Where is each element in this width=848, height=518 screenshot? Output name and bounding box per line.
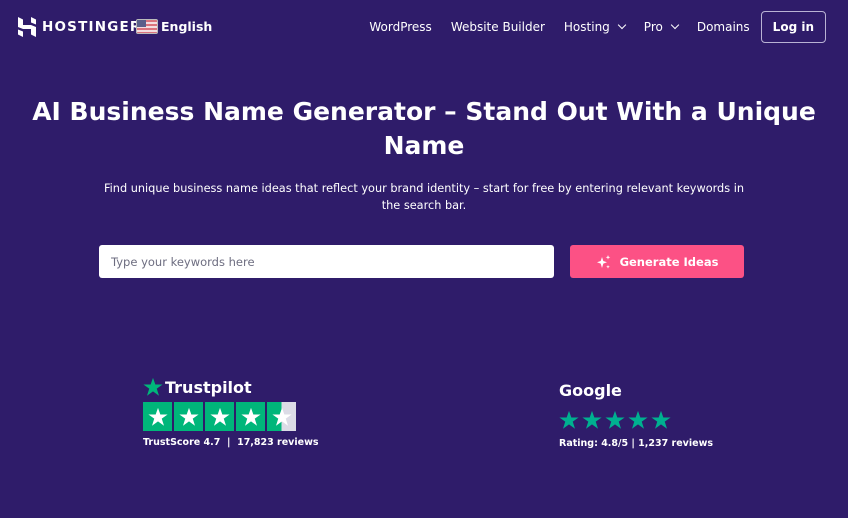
google-rating[interactable]: Google Rating: 4.8/5 | 1,237 reviews bbox=[559, 381, 713, 449]
brand-name: HOSTINGER bbox=[42, 19, 142, 35]
chevron-down-icon bbox=[617, 20, 627, 30]
hostinger-h-icon bbox=[18, 17, 36, 37]
us-flag-icon bbox=[136, 19, 158, 34]
chevron-down-icon bbox=[670, 20, 680, 30]
page-title: AI Business Name Generator – Stand Out W… bbox=[32, 97, 816, 160]
trustpilot-name: Trustpilot bbox=[165, 377, 252, 397]
nav-label: Hosting bbox=[563, 20, 610, 34]
trustpilot-stars bbox=[143, 402, 319, 431]
nav-label: WordPress bbox=[369, 20, 432, 34]
sparkle-icon bbox=[596, 254, 610, 269]
language-label: English bbox=[161, 19, 213, 34]
nav-domains[interactable]: Domains bbox=[697, 20, 750, 34]
google-logo: Google bbox=[559, 381, 622, 400]
trustpilot-star-icon bbox=[267, 402, 296, 431]
nav-website-builder[interactable]: Website Builder bbox=[451, 20, 545, 34]
generate-ideas-button[interactable]: Generate Ideas bbox=[570, 245, 744, 278]
keywords-input[interactable] bbox=[99, 245, 554, 278]
nav-pro[interactable]: Pro bbox=[643, 20, 680, 34]
google-stars bbox=[559, 410, 713, 430]
trustpilot-score: TrustScore 4.7 | 17,823 reviews bbox=[143, 437, 319, 448]
separator: | bbox=[223, 437, 238, 448]
google-star-icon bbox=[582, 410, 602, 429]
trustpilot-star-icon bbox=[143, 402, 172, 431]
trustpilot-star-icon bbox=[143, 377, 163, 396]
trustpilot-rating[interactable]: Trustpilot TrustScore 4.7 | 17,823 revie… bbox=[143, 377, 319, 448]
nav-hosting[interactable]: Hosting bbox=[563, 20, 627, 34]
trustpilot-star-icon bbox=[205, 402, 234, 431]
google-star-icon bbox=[559, 410, 579, 429]
google-rating-text: Rating: 4.8/5 | 1,237 reviews bbox=[559, 438, 713, 449]
trustpilot-star-icon bbox=[236, 402, 265, 431]
trustscore: TrustScore 4.7 bbox=[143, 437, 221, 448]
language-selector[interactable]: English bbox=[136, 19, 212, 34]
trustpilot-review-count: 17,823 reviews bbox=[237, 437, 319, 448]
trustpilot-star-icon bbox=[174, 402, 203, 431]
google-star-icon bbox=[628, 410, 648, 429]
hostinger-logo[interactable]: HOSTINGER bbox=[18, 17, 142, 37]
generate-ideas-label: Generate Ideas bbox=[619, 254, 719, 269]
google-star-icon bbox=[605, 410, 625, 429]
login-button[interactable]: Log in bbox=[760, 11, 826, 43]
nav-wordpress[interactable]: WordPress bbox=[369, 20, 431, 34]
page-subtitle: Find unique business name ideas that ref… bbox=[103, 182, 745, 212]
trustpilot-logo: Trustpilot bbox=[143, 377, 319, 397]
google-star-icon bbox=[651, 410, 671, 429]
main-menu: WordPress Website Builder Hosting Pro Do… bbox=[350, 11, 826, 43]
top-nav: HOSTINGER English WordPress Website Buil… bbox=[0, 0, 848, 56]
nav-label: Pro bbox=[643, 20, 663, 34]
nav-label: Domains bbox=[696, 20, 750, 34]
nav-label: Website Builder bbox=[450, 20, 545, 34]
